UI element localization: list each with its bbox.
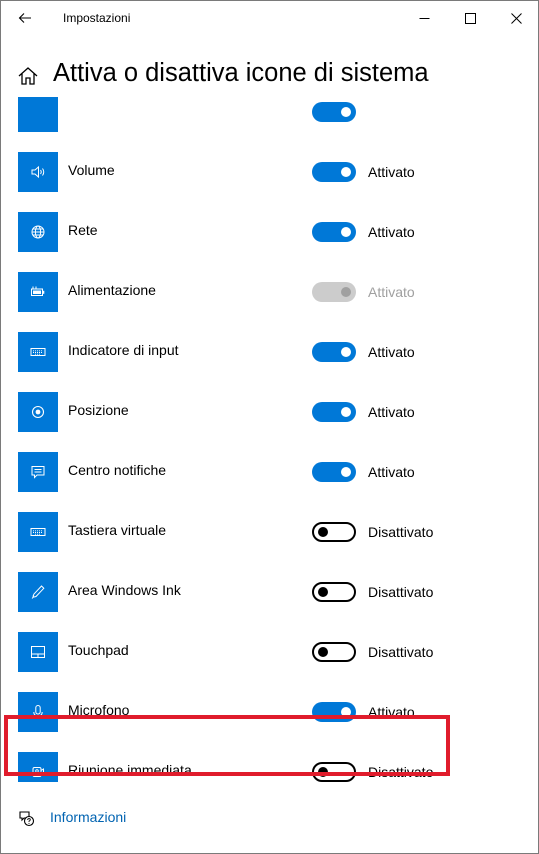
toggle-state: Attivato [368, 344, 415, 360]
setting-row-partial [1, 97, 538, 141]
toggle-knob [341, 467, 351, 477]
info-link[interactable]: Informazioni [50, 809, 126, 825]
maximize-button[interactable] [447, 1, 493, 35]
touch-keyboard-icon [18, 512, 58, 552]
toggle-state: Attivato [368, 164, 415, 180]
volume-toggle[interactable] [312, 162, 356, 182]
touchpad-icon [18, 632, 58, 672]
touchpad-toggle[interactable] [312, 642, 356, 662]
input-indicator-toggle[interactable] [312, 342, 356, 362]
toggle-knob [341, 107, 351, 117]
toggle-knob [318, 647, 328, 657]
minimize-button[interactable] [401, 1, 447, 35]
settings-window: Impostazioni Attiva o disattiva icone di… [0, 0, 539, 854]
toggle-state: Attivato [368, 284, 415, 300]
setting-row-windows-ink: Area Windows Ink Disattivato [1, 561, 538, 621]
settings-scroll-area[interactable]: Volume Attivato Rete Attivato Alimentazi… [1, 97, 538, 782]
toggle-state: Disattivato [368, 644, 434, 660]
close-icon [510, 12, 522, 24]
close-button[interactable] [493, 1, 538, 35]
toggle-knob [318, 527, 328, 537]
generic-icon [18, 97, 58, 132]
setting-label: Alimentazione [68, 282, 156, 298]
setting-row-posizione: Posizione Attivato [1, 381, 538, 441]
toggle-state: Attivato [368, 464, 415, 480]
keyboard-icon [18, 332, 58, 372]
setting-row-rete: Rete Attivato [1, 201, 538, 261]
setting-row-volume: Volume Attivato [1, 141, 538, 201]
toggle-knob [341, 407, 351, 417]
toggle-switch[interactable] [312, 102, 356, 122]
setting-label: Centro notifiche [68, 462, 167, 478]
notification-center-toggle[interactable] [312, 462, 356, 482]
toggle-knob [341, 167, 351, 177]
minimize-icon [419, 17, 429, 19]
touch-keyboard-toggle[interactable] [312, 522, 356, 542]
setting-label: Tastiera virtuale [68, 522, 167, 538]
network-toggle[interactable] [312, 222, 356, 242]
toggle-knob [341, 287, 351, 297]
red-highlight-box [4, 715, 450, 776]
volume-icon [18, 152, 58, 192]
setting-row-centro-notifiche: Centro notifiche Attivato [1, 441, 538, 501]
pen-icon [18, 572, 58, 612]
toggle-knob [341, 347, 351, 357]
power-toggle [312, 282, 356, 302]
windows-ink-toggle[interactable] [312, 582, 356, 602]
back-arrow-icon [18, 13, 31, 23]
toggle-state: Attivato [368, 404, 415, 420]
maximize-icon [464, 12, 476, 24]
setting-label: Area Windows Ink [68, 582, 181, 598]
location-toggle[interactable] [312, 402, 356, 422]
help-icon[interactable] [17, 807, 35, 829]
setting-label: Rete [68, 222, 98, 238]
battery-icon [18, 272, 58, 312]
toggle-knob [341, 227, 351, 237]
settings-list: Volume Attivato Rete Attivato Alimentazi… [1, 97, 538, 782]
action-center-icon [18, 452, 58, 492]
setting-label: Touchpad [68, 642, 129, 658]
setting-label: Volume [68, 162, 115, 178]
app-title: Impostazioni [63, 11, 131, 25]
toggle-knob [318, 587, 328, 597]
page-header: Attiva o disattiva icone di sistema [1, 53, 538, 97]
toggle-state: Disattivato [368, 584, 434, 600]
setting-row-tastiera-virtuale: Tastiera virtuale Disattivato [1, 501, 538, 561]
network-globe-icon [18, 212, 58, 252]
back-button[interactable] [1, 1, 49, 35]
setting-row-indicatore-input: Indicatore di input Attivato [1, 321, 538, 381]
home-icon[interactable] [17, 65, 39, 87]
setting-row-alimentazione: Alimentazione Attivato [1, 261, 538, 321]
page-title: Attiva o disattiva icone di sistema [53, 59, 429, 87]
setting-label: Indicatore di input [68, 342, 179, 358]
title-bar: Impostazioni [1, 1, 538, 35]
setting-label: Posizione [68, 402, 129, 418]
setting-row-touchpad: Touchpad Disattivato [1, 621, 538, 681]
location-icon [18, 392, 58, 432]
toggle-state: Disattivato [368, 524, 434, 540]
toggle-state: Attivato [368, 224, 415, 240]
